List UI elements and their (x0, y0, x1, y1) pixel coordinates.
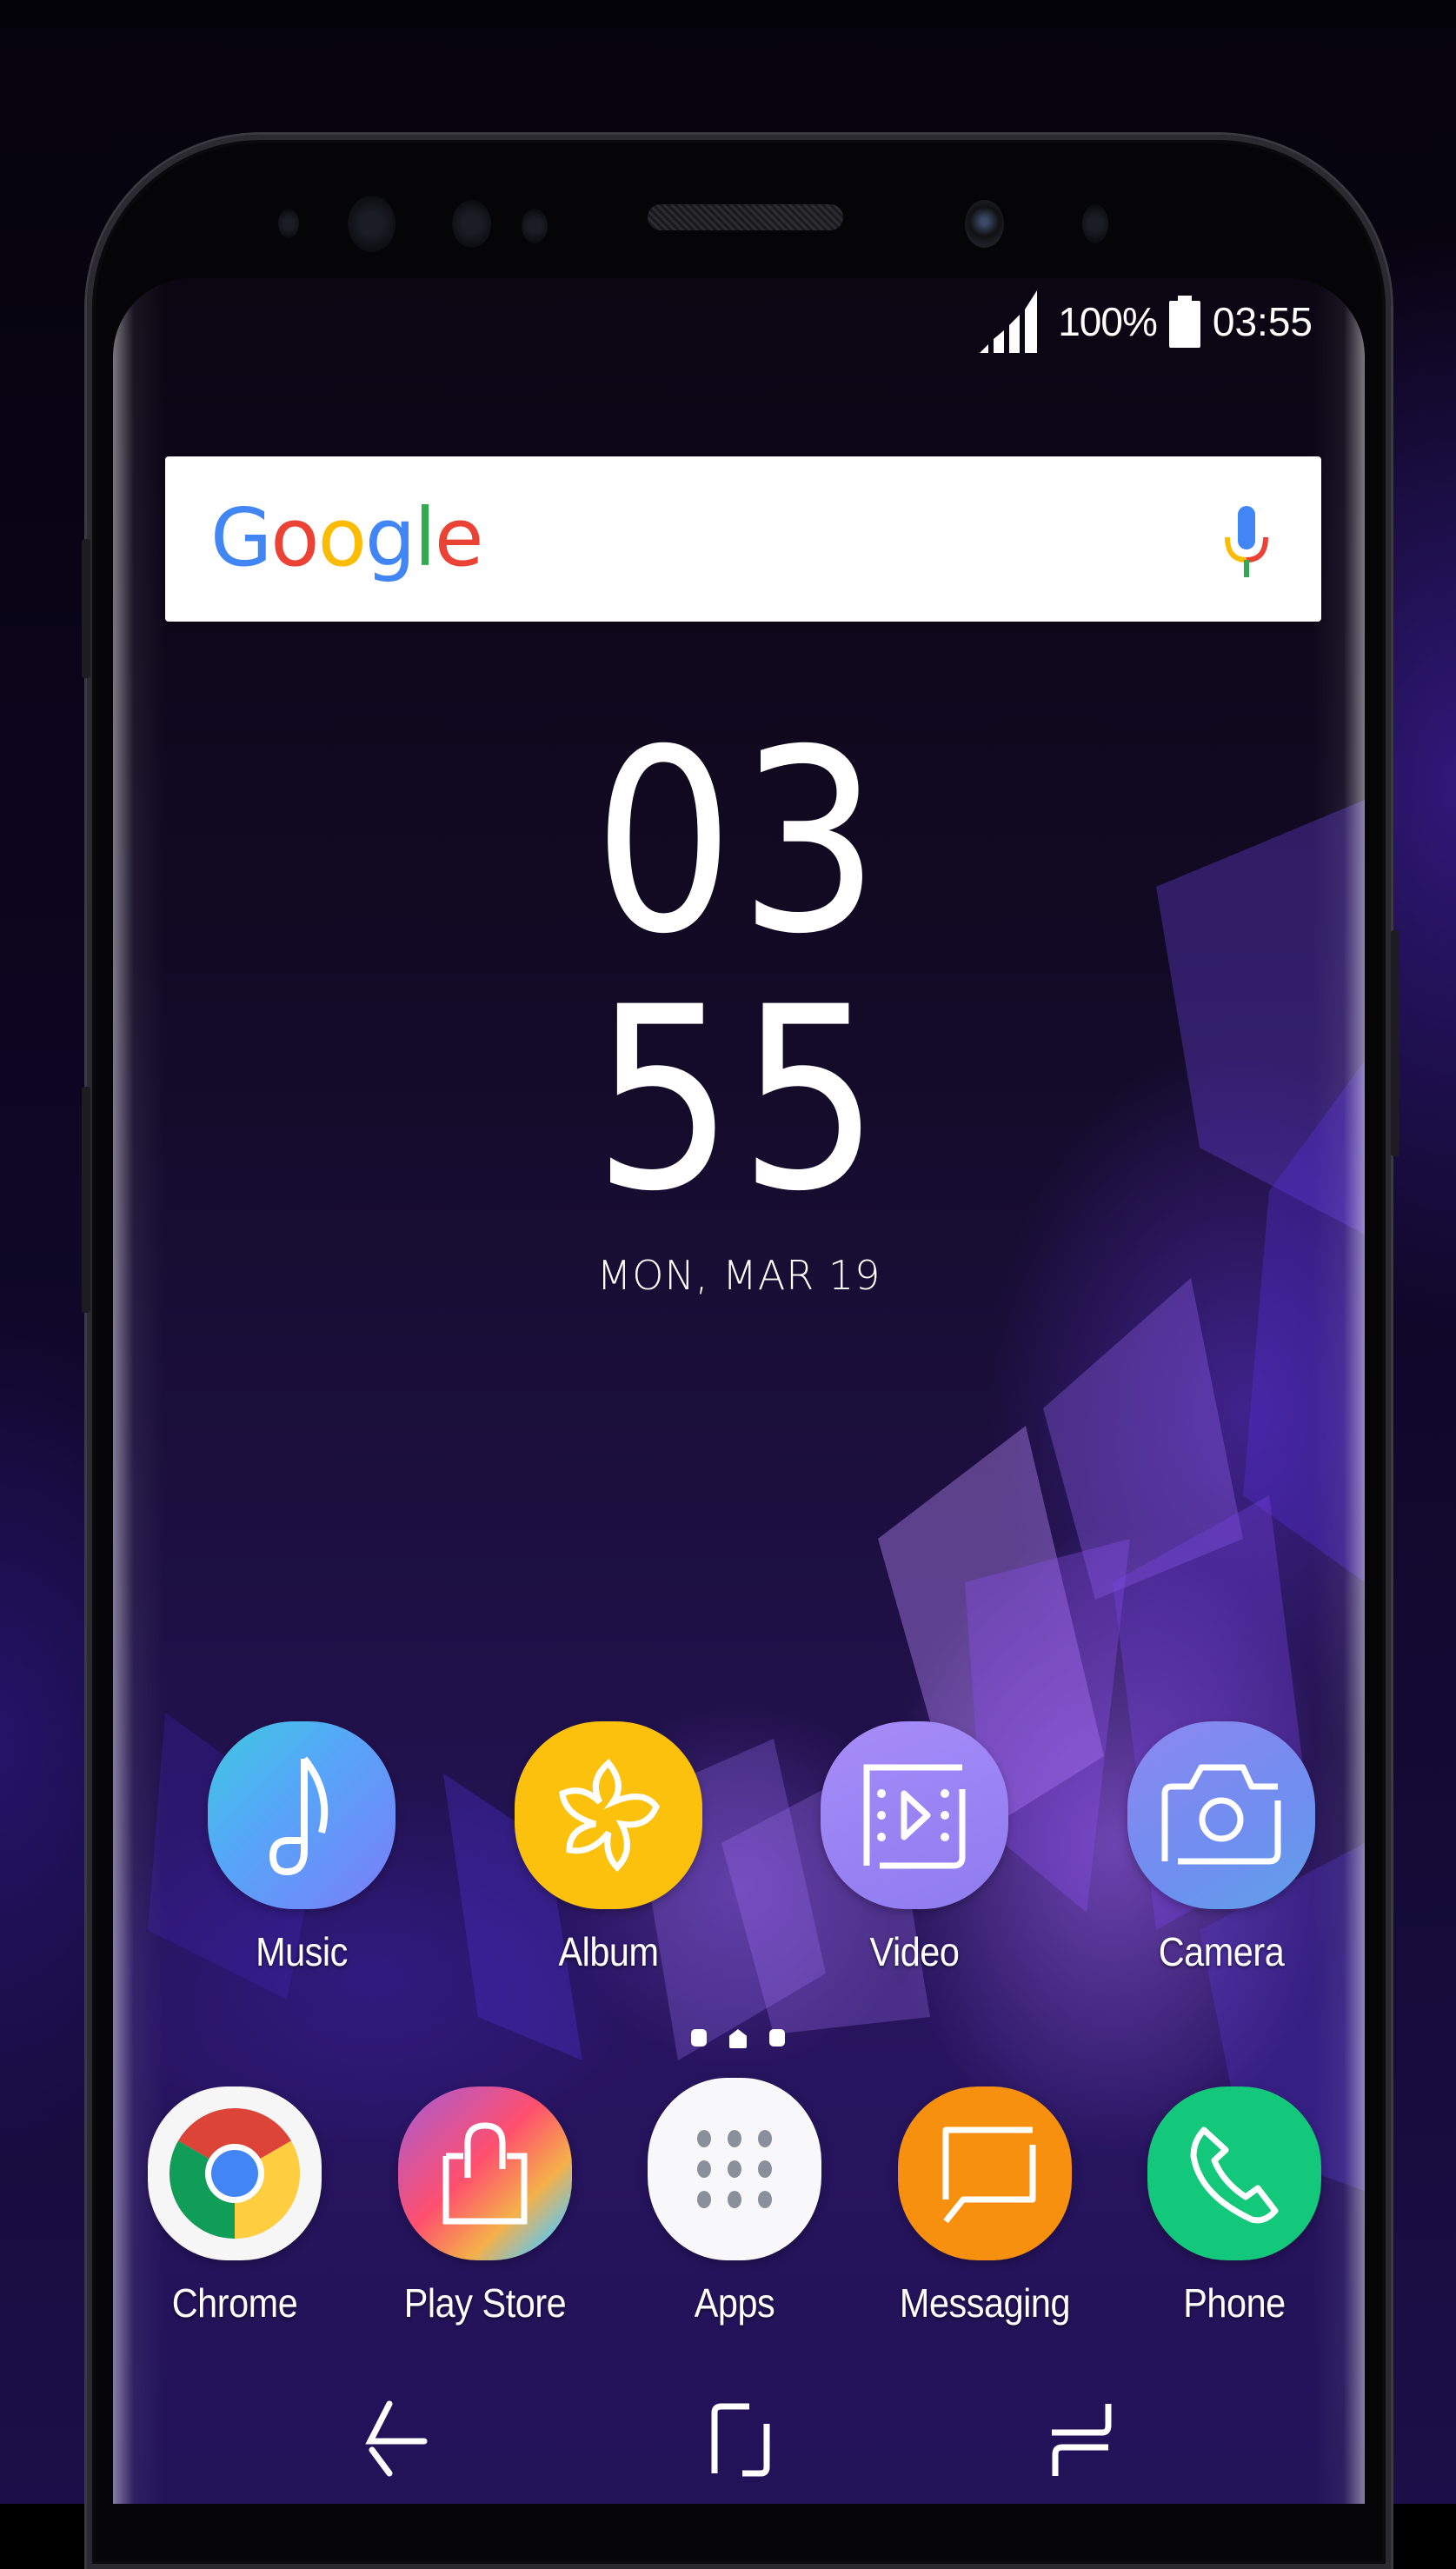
status-time: 03:55 (1212, 299, 1313, 344)
battery-percentage: 100% (1058, 299, 1158, 344)
app-icon-tile (821, 1721, 1008, 1909)
app-label: Album (558, 1929, 659, 1974)
app-label: Camera (1158, 1929, 1285, 1974)
app-icon-tile (1127, 1721, 1315, 1909)
app-label: Apps (694, 2280, 775, 2326)
home-page-dot-icon[interactable] (729, 2029, 747, 2048)
clock-hours: 03 (593, 696, 885, 989)
home-square-icon[interactable] (704, 2399, 782, 2478)
flower-icon (559, 1758, 660, 1872)
video-play-icon (863, 1764, 966, 1869)
app-icon-tile (898, 2086, 1072, 2260)
status-bar: 100% 03:55 (976, 287, 1313, 356)
app-music[interactable]: Music (189, 1721, 415, 1975)
logo-letter: e (434, 491, 484, 584)
apps-grid-icon (697, 2130, 772, 2208)
app-label: Play Store (403, 2280, 567, 2326)
logo-letter: g (364, 491, 416, 584)
clock-widget[interactable]: 03 55 MON, MAR 19 (113, 696, 1365, 1300)
camera-icon (1161, 1764, 1281, 1865)
clock-minutes: 55 (593, 954, 885, 1247)
chrome-icon (169, 2108, 301, 2239)
volume-down-button (82, 1087, 90, 1313)
dock-app-play-store[interactable]: Play Store (381, 2086, 589, 2326)
phone-handset-icon (1190, 2126, 1279, 2224)
app-label: Messaging (899, 2280, 1071, 2326)
cellular-signal-full-icon (980, 290, 1038, 353)
app-icon-tile (148, 2086, 322, 2260)
back-arrow-icon[interactable] (355, 2399, 433, 2478)
app-label: Chrome (171, 2280, 298, 2326)
app-icon-tile (208, 1721, 396, 1909)
app-video[interactable]: Video (801, 1721, 1027, 1975)
volume-up-button (82, 539, 90, 678)
app-label: Phone (1183, 2280, 1286, 2326)
google-search-bar[interactable]: Google (165, 456, 1321, 622)
power-button (1391, 930, 1399, 1156)
app-icon-tile (398, 2086, 572, 2260)
ir-led (522, 209, 548, 243)
app-icon-tile (515, 1721, 702, 1909)
recents-icon[interactable] (1043, 2399, 1121, 2478)
microphone-icon[interactable] (1220, 504, 1273, 582)
app-label: Music (256, 1929, 348, 1974)
light-sensor (452, 200, 491, 248)
shopping-bag-icon (442, 2122, 528, 2225)
front-camera (965, 200, 1004, 248)
app-icon-tile (1147, 2086, 1321, 2260)
logo-letter: G (210, 491, 272, 584)
dock-app-phone[interactable]: Phone (1130, 2086, 1339, 2326)
logo-letter: l (414, 491, 436, 584)
navigation-bar (113, 2373, 1365, 2504)
battery-full-icon (1168, 296, 1200, 348)
app-label: Video (869, 1929, 960, 1974)
app-album[interactable]: Album (495, 1721, 721, 1975)
home-screen: 100% 03:55 Google 03 55 MON, MAR 19 Musi… (113, 278, 1365, 2504)
clock-date: MON, MAR 19 (596, 1252, 881, 1299)
page-indicator[interactable] (691, 2029, 785, 2048)
iris-scanner (348, 196, 396, 252)
dock-app-messaging[interactable]: Messaging (881, 2086, 1089, 2326)
proximity-sensor (278, 209, 299, 238)
logo-letter: o (270, 491, 319, 584)
page-dot[interactable] (769, 2029, 785, 2047)
earpiece-speaker (648, 204, 843, 230)
logo-letter: o (317, 491, 367, 584)
page-dot[interactable] (691, 2029, 707, 2047)
flash-sensor (1082, 204, 1108, 243)
music-note-icon (269, 1756, 329, 1876)
message-bubble-icon (942, 2126, 1036, 2224)
dock-app-chrome[interactable]: Chrome (130, 2086, 339, 2326)
app-camera[interactable]: Camera (1108, 1721, 1334, 1975)
google-logo: Google (210, 491, 484, 584)
dock-app-apps[interactable]: Apps (630, 2078, 839, 2326)
app-icon-tile (648, 2078, 821, 2260)
